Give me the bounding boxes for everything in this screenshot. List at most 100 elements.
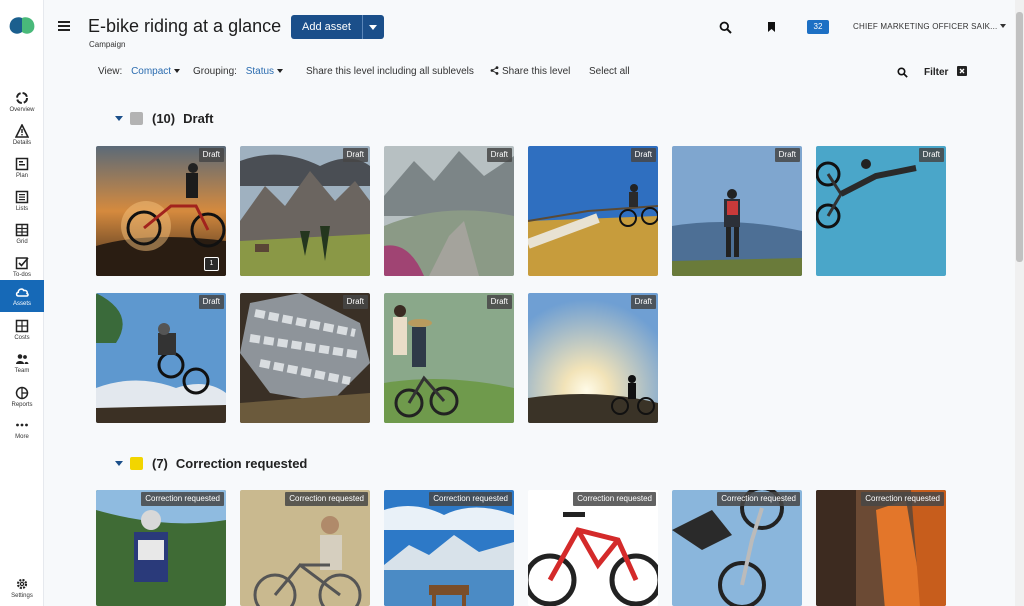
asset-thumbnail: [528, 146, 658, 276]
status-badge: Draft: [774, 148, 800, 162]
asset-thumbnail: [816, 146, 946, 276]
sidebar-item-label: To-dos: [12, 271, 31, 278]
status-badge: Draft: [342, 148, 368, 162]
asset-thumbnail: [528, 490, 658, 606]
bookmark-icon[interactable]: [767, 22, 776, 32]
asset-tile[interactable]: Draft: [528, 146, 658, 276]
view-selector[interactable]: View: Compact: [98, 66, 181, 77]
asset-thumbnail: [240, 146, 370, 276]
reports-icon: [15, 386, 29, 399]
search-icon[interactable]: [719, 21, 732, 34]
page-subtitle: Campaign: [89, 40, 126, 49]
view-label: View:: [98, 66, 123, 77]
asset-tile[interactable]: Draft: [240, 293, 370, 423]
status-badge: Correction requested: [141, 492, 224, 506]
sidebar-item-plan[interactable]: Plan: [0, 152, 44, 184]
asset-tile[interactable]: Correction requested: [672, 490, 802, 606]
grouping-value: Status: [245, 66, 275, 77]
asset-tile[interactable]: Correction requested: [384, 490, 514, 606]
group-count: (7): [152, 456, 168, 471]
asset-thumbnail: [240, 490, 370, 606]
asset-tile[interactable]: Draft: [240, 146, 370, 276]
share-level-button[interactable]: Share this level: [490, 66, 570, 77]
sidebar-item-overview[interactable]: Overview: [0, 86, 44, 118]
asset-tile[interactable]: Draft: [528, 293, 658, 423]
asset-tile[interactable]: Draft 1: [96, 146, 226, 276]
asset-tile[interactable]: Draft: [96, 293, 226, 423]
menu-icon[interactable]: [58, 21, 70, 31]
status-badge: Correction requested: [717, 492, 800, 506]
sidebar-item-label: Details: [12, 139, 32, 146]
status-badge: Correction requested: [285, 492, 368, 506]
asset-thumbnail: [96, 490, 226, 606]
notification-badge[interactable]: 32: [807, 20, 829, 34]
add-asset-dropdown-button[interactable]: [363, 15, 384, 39]
asset-tile[interactable]: Draft: [384, 293, 514, 423]
sidebar-item-costs[interactable]: Costs: [0, 314, 44, 346]
asset-thumbnail: [816, 490, 946, 606]
sidebar-item-todos[interactable]: To-dos: [0, 251, 44, 283]
asset-tile[interactable]: Correction requested: [528, 490, 658, 606]
asset-tile[interactable]: Draft: [816, 146, 946, 276]
sidebar-item-lists[interactable]: Lists: [0, 185, 44, 217]
sidebar-item-label: Assets: [12, 300, 31, 307]
filter-button[interactable]: Filter: [924, 66, 968, 78]
status-swatch: [130, 112, 143, 125]
sidebar-item-label: Reports: [11, 401, 33, 408]
select-all-button[interactable]: Select all: [589, 66, 630, 77]
cloud-icon: [15, 287, 29, 297]
status-badge: Draft: [486, 148, 512, 162]
group-name: Correction requested: [175, 456, 308, 471]
sidebar-item-reports[interactable]: Reports: [0, 381, 44, 413]
asset-thumbnail: [672, 146, 802, 276]
sidebar-item-details[interactable]: Details: [0, 119, 44, 151]
asset-thumbnail: [384, 146, 514, 276]
overview-icon: [16, 91, 28, 104]
asset-thumbnail: [528, 293, 658, 423]
status-badge: Draft: [342, 295, 368, 309]
comment-count-badge[interactable]: 1: [204, 257, 219, 271]
asset-tile[interactable]: Draft: [672, 146, 802, 276]
asset-thumbnail: [672, 490, 802, 606]
group-header-draft[interactable]: (10) Draft: [115, 111, 213, 126]
grouping-selector[interactable]: Grouping: Status: [193, 66, 284, 77]
sidebar-item-team[interactable]: Team: [0, 347, 44, 379]
scrollbar-thumb[interactable]: [1016, 12, 1023, 262]
sidebar-item-label: Settings: [11, 592, 33, 599]
sidebar-item-label: Team: [14, 367, 30, 374]
chevron-down-icon: [174, 69, 181, 73]
sidebar-item-settings[interactable]: Settings: [0, 572, 44, 604]
sidebar-item-grid[interactable]: Grid: [0, 218, 44, 250]
group-name: Draft: [183, 111, 214, 126]
sidebar-item-label: Plan: [15, 172, 28, 179]
status-badge: Draft: [630, 295, 656, 309]
group-header-correction-requested[interactable]: (7) Correction requested: [115, 456, 307, 471]
sidebar-item-label: Lists: [15, 205, 29, 212]
sidebar-item-label: Overview: [9, 106, 35, 113]
asset-tile[interactable]: Correction requested: [240, 490, 370, 606]
status-badge: Draft: [918, 148, 944, 162]
more-icon: [16, 423, 28, 426]
asset-tile[interactable]: Correction requested: [96, 490, 226, 606]
asset-thumbnail: [384, 293, 514, 423]
sidebar-item-more[interactable]: More: [0, 413, 44, 445]
app-logo-icon[interactable]: [8, 16, 36, 36]
sidebar-item-assets[interactable]: Assets: [0, 280, 44, 312]
user-menu[interactable]: CHIEF MARKETING OFFICER SAIK...: [853, 22, 1007, 31]
sidebar: Overview Details Plan Lists Grid To-dos …: [0, 0, 44, 606]
status-badge: Draft: [198, 148, 224, 162]
asset-tile[interactable]: Correction requested: [816, 490, 946, 606]
search-icon[interactable]: [897, 67, 908, 78]
share-all-levels-button[interactable]: Share this level including all sublevels: [306, 66, 474, 77]
share-icon: [490, 66, 499, 75]
add-asset-button[interactable]: Add asset: [291, 15, 363, 39]
plan-icon: [15, 157, 29, 170]
status-swatch: [130, 457, 143, 470]
warning-icon: [15, 123, 29, 138]
asset-tile[interactable]: Draft: [384, 146, 514, 276]
costs-icon: [15, 319, 29, 332]
status-badge: Draft: [486, 295, 512, 309]
scrollbar[interactable]: [1015, 0, 1024, 606]
chevron-down-icon: [369, 24, 378, 30]
asset-thumbnail: [384, 490, 514, 606]
